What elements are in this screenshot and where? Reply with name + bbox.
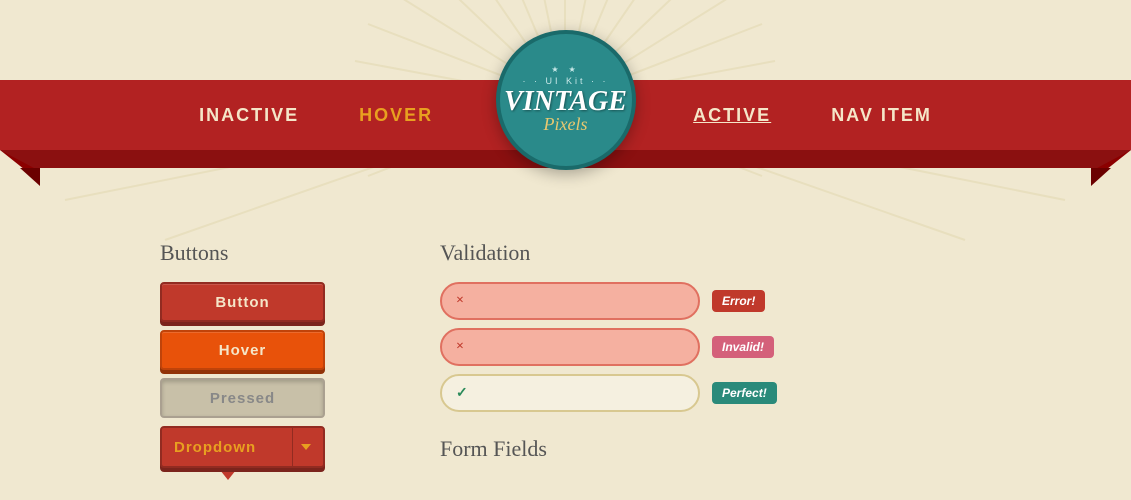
sidebar-item-navitem[interactable]: NAV ITEM [831,105,932,126]
logo-pixels-text: Pixels [544,114,588,135]
dropdown-indicator-icon [220,470,236,480]
validation-section: Validation × Error! × Invalid! ✓ Perfect… [440,240,820,480]
success-icon: ✓ [456,385,468,402]
validation-input-error[interactable]: × [440,282,700,320]
logo-vintage-text: VINTAGE [504,88,627,116]
logo-circle: ★ ★ · · UI Kit · · VINTAGE Pixels [496,30,636,170]
validation-input-success[interactable]: ✓ [440,374,700,412]
validation-row-success: ✓ Perfect! [440,374,820,412]
main-content: Buttons Button Hover Pressed Dropdown Va… [0,220,1131,500]
buttons-title: Buttons [160,240,360,266]
sidebar-item-inactive[interactable]: INACTIVE [199,105,299,126]
ribbon-tail-right [1091,168,1111,186]
validation-row-error: × Error! [440,282,820,320]
sidebar-item-hover[interactable]: HOVER [359,105,433,126]
validation-row-invalid: × Invalid! [440,328,820,366]
form-fields-title: Form Fields [440,436,820,462]
logo-stars: ★ ★ [551,65,579,74]
button-dropdown[interactable]: Dropdown [160,426,325,468]
invalid-icon: × [456,339,464,355]
ribbon-tail-left [20,168,40,186]
buttons-section: Buttons Button Hover Pressed Dropdown [160,240,360,480]
button-hover[interactable]: Hover [160,330,325,370]
validation-title: Validation [440,240,820,266]
button-default[interactable]: Button [160,282,325,322]
error-icon: × [456,293,464,309]
button-pressed[interactable]: Pressed [160,378,325,418]
logo-ui-kit-label: · · UI Kit · · [523,76,609,86]
badge-perfect: Perfect! [712,382,777,404]
validation-input-invalid[interactable]: × [440,328,700,366]
dropdown-label: Dropdown [174,439,256,456]
badge-invalid: Invalid! [712,336,774,358]
sidebar-item-active[interactable]: ACTIVE [693,105,771,126]
badge-error: Error! [712,290,765,312]
dropdown-arrow [292,428,311,466]
dropdown-triangle-icon [301,444,311,450]
